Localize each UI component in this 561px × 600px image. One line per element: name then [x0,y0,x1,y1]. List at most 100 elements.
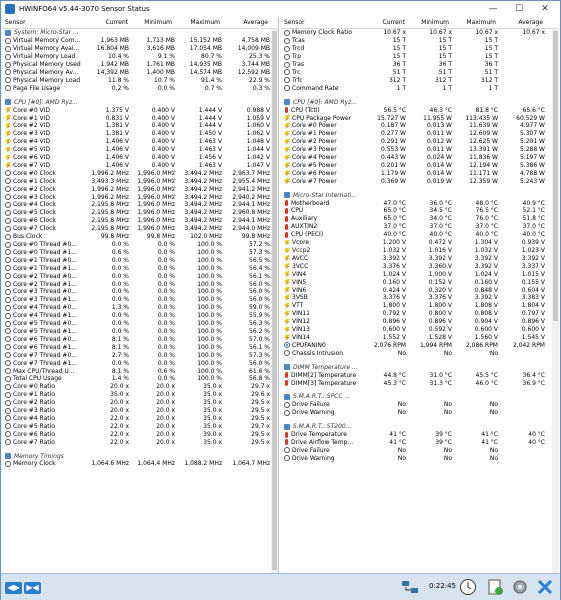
arrow-right-left-icon[interactable]: ▶◀ [24,581,41,594]
sensor-row[interactable]: Core #3 Ratio 20.0 x 20.0 x 35.0 x 29.5 x [2,407,278,415]
sensor-row[interactable]: VIN5 0.160 V 0.152 V 0.160 V 0.155 V [281,278,559,286]
arrow-left-right-icon[interactable]: ◀▶ [5,581,22,594]
settings-icon[interactable] [510,577,530,597]
sensor-row[interactable]: Core #2 Thread #1... 0.0 % 0.0 % 100.0 % 56.… [2,280,278,288]
sensor-row[interactable]: Virtual Memory Load 10.4 % 9.1 % 80.7 % 25.3… [2,53,278,61]
sensor-row[interactable]: Core #4 Thread #1... 0.0 % 0.0 % 100.0 % 55.… [2,312,278,320]
sensor-row[interactable]: Core #6 Thread #1... 8.1 % 0.0 % 100.0 % 56.… [2,343,278,351]
sensor-row[interactable]: VIN12 0.896 V 0.896 V 0.904 V 0.896 V [281,318,559,326]
sensor-row[interactable]: Physical Memory Used 1,942 MB 1,761 MB 14,9… [2,61,278,69]
sensor-row[interactable]: Page File Usage 0.2 % 0.0 % 0.7 % 0.3 % [2,84,278,92]
header-minimum[interactable]: Minimum [408,19,452,26]
header-sensor[interactable]: Sensor [281,19,364,26]
sensor-row[interactable]: Core #5 Clock 2,195.8 MHz 1,996.0 MHz 3,494… [2,209,278,217]
sensor-row[interactable]: Core #7 Thread #1... 0.0 % 0.0 % 100.0 % 56.… [2,359,278,367]
sensor-row[interactable]: Core #2 Ratio 20.0 x 20.0 x 35.0 x 29.5 x [2,399,278,407]
header-sensor[interactable]: Sensor [2,19,87,26]
sensor-row[interactable]: Core #7 Clock 2,195.8 MHz 1,996.0 MHz 3,494… [2,225,278,233]
sensor-row[interactable]: Core #0 Ratio 20.0 x 20.0 x 35.0 x 29.7 x [2,383,278,391]
scrollbar-right[interactable] [552,29,559,573]
sensor-row[interactable]: Core #0 Thread #0... 0.0 % 0.0 % 100.0 % 57.… [2,241,278,249]
sensor-row[interactable]: Drive Failure No No No [281,446,559,454]
sensor-row[interactable]: Drive Failure No No No [281,401,559,409]
sensor-row[interactable]: Core #4 Thread #0... 1.3 % 0.0 % 100.0 % 59.… [2,304,278,312]
sensor-row[interactable]: Core #2 Power 0.291 W 0.012 W 12.625 W 5.201… [281,138,559,146]
sensor-row[interactable]: Bus Clock 99.8 MHz 99.8 MHz 102.0 MHz 99.8 M… [2,233,278,241]
sensor-row[interactable]: Core #1 Thread #1... 0.0 % 0.0 % 100.0 % 56.… [2,264,278,272]
sensor-group-header[interactable]: System: Micro-Star ... [2,29,278,37]
sensor-group-header[interactable]: DIMM Temperature ... [281,363,559,371]
sensor-row[interactable]: 3VCC 3.376 V 3.360 V 3.392 V 3.337 V [281,262,559,270]
sensor-row[interactable]: CPUFANIN0 2,076 RPM 1,994 RPM 2,086 RPM 2,04… [281,341,559,349]
sensor-row[interactable]: Core #6 Clock 2,195.8 MHz 1,996.0 MHz 3,494… [2,217,278,225]
sensor-row[interactable]: Core #4 Clock 2,195.8 MHz 1,996.0 MHz 3,494… [2,201,278,209]
sensor-row[interactable]: Core #5 VID 1.406 V 0.400 V 1.463 V 1.044 V [2,146,278,154]
sensor-row[interactable]: Core #4 Power 0.443 W 0.024 W 11.836 W 5.197… [281,154,559,162]
sensor-group-header[interactable]: CPU [#0]: AMD Ryz... [281,98,559,106]
sensor-group-header[interactable]: Memory Timings [2,452,278,460]
sensor-row[interactable]: Total CPU Usage 1.4 % 0.0 % 100.0 % 56.8 % [2,375,278,383]
header-average[interactable]: Average [499,19,546,26]
sensor-row[interactable]: Core #3 VID 1.381 V 0.400 V 1.450 V 1.062 V [2,130,278,138]
sensor-row[interactable]: VIN14 1.552 V 1.528 V 1.560 V 1.545 V [281,334,559,342]
sensor-row[interactable]: Trcd 15 T 15 T 15 T [281,45,559,53]
clock-icon[interactable] [458,577,478,597]
sensor-group-header[interactable]: S.M.A.R.T.: ST200... [281,423,559,431]
sensor-row[interactable]: Vcore 1.200 V 0.472 V 1.304 V 0.939 V [281,239,559,247]
sensor-row[interactable]: 3VSB 3.376 V 3.376 V 3.392 V 3.383 V [281,294,559,302]
sensor-row[interactable]: Trc 51 T 51 T 51 T [281,69,559,77]
sensor-row[interactable]: VIN4 1.024 V 1.000 V 1.024 V 1.015 V [281,270,559,278]
sensor-row[interactable]: Core #7 Thread #0... 2.7 % 0.0 % 100.0 % 57.… [2,351,278,359]
sensor-row[interactable]: Vccp2 1.032 V 1.016 V 1.032 V 1.023 V [281,247,559,255]
sensor-group-header[interactable]: Micro-Star Internati... [281,191,559,199]
sensor-row[interactable]: CPU (PECI) 40.0 °C 40.0 °C 40.0 °C 40.0 °C [281,231,559,239]
sensor-row[interactable]: Core #6 Ratio 22.0 x 20.0 x 39.0 x 29.5 x [2,430,278,438]
sensor-row[interactable]: Motherboard 47.0 °C 36.0 °C 48.0 °C 40.9 °C [281,199,559,207]
close-x-icon[interactable] [535,577,555,597]
sensor-row[interactable]: Core #4 Ratio 22.0 x 20.0 x 35.0 x 29.5 x [2,415,278,423]
sensor-row[interactable]: Core #0 Thread #1... 0.6 % 0.0 % 100.0 % 57.… [2,248,278,256]
sensor-row[interactable]: Core #4 VID 1.406 V 0.400 V 1.463 V 1.048 V [2,138,278,146]
add-report-icon[interactable] [485,577,505,597]
sensor-row[interactable]: AUXTIN2 37.0 °C 37.0 °C 37.0 °C 37.0 °C [281,223,559,231]
sensor-row[interactable]: DIMM[3] Temperature 45.3 °C 31.3 °C 46.0 °C… [281,379,559,387]
sensor-row[interactable]: Trfc 312 T 312 T 312 T [281,76,559,84]
sensor-row[interactable]: Chassis Intrusion No No No [281,349,559,357]
sensor-row[interactable]: CPU 65.0 °C 34.5 °C 76.5 °C 52.1 °C [281,207,559,215]
sensor-row[interactable]: Max CPU/Thread U... 8.1 % 0.6 % 100.0 % 61.6… [2,367,278,375]
sensor-row[interactable]: VIN6 0.424 V 0.320 V 0.848 V 0.604 V [281,286,559,294]
close-button[interactable]: ✕ [532,1,558,17]
sensor-row[interactable]: Drive Warning No No No [281,409,559,417]
sensor-group-header[interactable]: S.M.A.R.T.: SPCC ... [281,393,559,401]
sensor-row[interactable]: Trp 15 T 15 T 15 T [281,53,559,61]
header-maximum[interactable]: Maximum [452,19,499,26]
sensor-row[interactable]: Virtual Memory Com... 1,963 MB 1,713 MB 15,… [2,37,278,45]
sensor-row[interactable]: Drive Warning No No No [281,454,559,462]
sensor-row[interactable]: CPU Package Power 15.727 W 11.955 W 113.435… [281,114,559,122]
sensor-row[interactable]: DIMM[2] Temperature 44.8 °C 31.0 °C 45.5 °C… [281,371,559,379]
scrollbar-left[interactable] [271,29,278,573]
sensor-row[interactable]: Core #1 Thread #0... 0.0 % 0.0 % 100.0 % 56.… [2,256,278,264]
sensor-row[interactable]: Core #5 Thread #1... 0.0 % 0.0 % 100.0 % 56.… [2,328,278,336]
sensor-row[interactable]: Tcas 15 T 15 T 15 T [281,37,559,45]
sensor-row[interactable]: Core #1 VID 0.831 V 0.400 V 1.444 V 1.059 V [2,114,278,122]
maximize-button[interactable]: ☐ [506,1,532,17]
sensor-row[interactable]: Core #2 VID 1.381 V 0.400 V 1.444 V 1.060 V [2,122,278,130]
sensor-row[interactable]: AVCC 3.392 V 3.392 V 3.392 V 3.392 V [281,254,559,262]
header-current[interactable]: Current [364,19,408,26]
header-average[interactable]: Average [223,19,271,26]
sensor-row[interactable]: Core #6 Power 1.179 W 0.014 W 11.171 W 4.788… [281,169,559,177]
sensor-row[interactable]: Drive Temperature 41 °C 39 °C 41 °C 40 °C [281,431,559,439]
sensor-row[interactable]: Core #0 VID 1.375 V 0.400 V 1.444 V 0.988 V [2,106,278,114]
sensor-row[interactable]: Auxiliary 65.0 °C 34.0 °C 76.0 °C 51.8 °C [281,215,559,223]
sensor-row[interactable]: Core #5 Power 0.201 W 0.014 W 12.194 W 5.386… [281,162,559,170]
header-maximum[interactable]: Maximum [175,19,223,26]
sensor-row[interactable]: VIN11 0.792 V 0.800 V 0.808 V 0.797 V [281,310,559,318]
network-icon[interactable] [400,577,420,597]
sensor-row[interactable]: VIN13 0.600 V 0.592 V 0.600 V 0.600 V [281,326,559,334]
sensor-row[interactable]: Core #7 Ratio 22.0 x 20.0 x 35.0 x 29.5 x [2,438,278,446]
sensor-row[interactable]: Core #3 Thread #1... 0.0 % 0.0 % 100.0 % 56.… [2,296,278,304]
sensor-row[interactable]: Core #6 Thread #0... 8.1 % 0.0 % 100.0 % 57.… [2,335,278,343]
sensor-row[interactable]: Virtual Memory Avai... 16,804 MB 3,616 MB 1… [2,45,278,53]
sensor-row[interactable]: Memory Clock 1,064.6 MHz 1,064.4 MHz 1,088.… [2,460,278,468]
